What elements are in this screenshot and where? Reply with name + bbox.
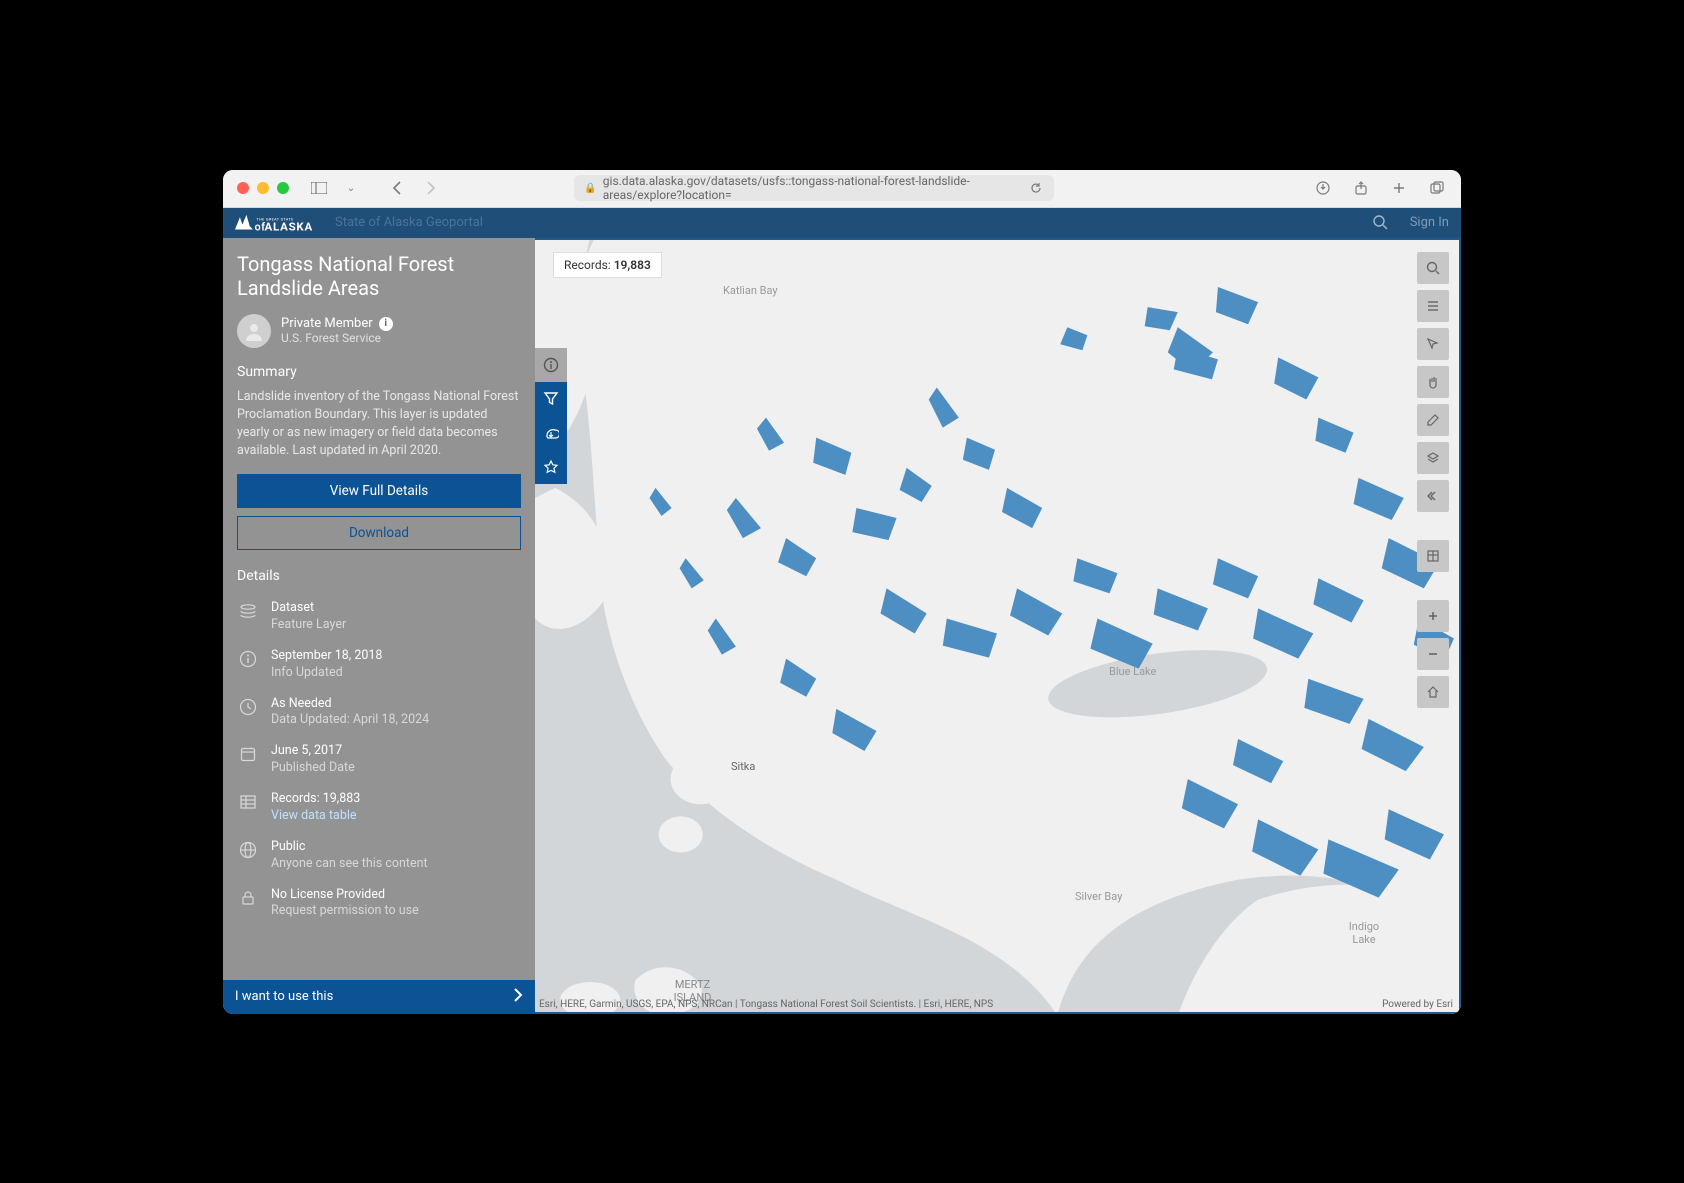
detail-sub: Data Updated: April 18, 2024 xyxy=(271,712,429,729)
alaska-logo[interactable]: THE GREAT STATE of ALASKA xyxy=(235,213,325,233)
info-tool[interactable] xyxy=(535,348,567,382)
avatar xyxy=(237,314,271,348)
detail-info-updated: September 18, 2018 Info Updated xyxy=(237,648,521,682)
detail-license: No License Provided Request permission t… xyxy=(237,887,521,921)
close-window-button[interactable] xyxy=(237,182,249,194)
portal-name[interactable]: State of Alaska Geoportal xyxy=(335,215,483,230)
map-search-button[interactable] xyxy=(1417,252,1449,284)
detail-data-updated: As Needed Data Updated: April 18, 2024 xyxy=(237,696,521,730)
new-tab-icon[interactable] xyxy=(1389,178,1409,198)
author-name[interactable]: Private Member xyxy=(281,316,373,331)
map-area[interactable]: Katlian Bay Sitka Blue Lake Silver Bay I… xyxy=(535,238,1461,1014)
content: Tongass National Forest Landslide Areas … xyxy=(223,238,1461,1014)
signin-link[interactable]: Sign In xyxy=(1410,215,1449,230)
detail-records: Records: 19,883 View data table xyxy=(237,791,521,825)
i-want-to-use-this-bar[interactable]: I want to use this xyxy=(223,980,535,1014)
layers-icon xyxy=(237,600,259,622)
zoom-in-button[interactable] xyxy=(1417,600,1449,632)
traffic-lights xyxy=(237,182,289,194)
table-button[interactable] xyxy=(1417,540,1449,572)
detail-sub: Feature Layer xyxy=(271,617,346,634)
chevron-right-icon xyxy=(513,988,523,1006)
collapse-button[interactable] xyxy=(1417,480,1449,512)
zoom-out-button[interactable] xyxy=(1417,638,1449,670)
summary-text: Landslide inventory of the Tongass Natio… xyxy=(237,388,521,461)
detail-sub: Anyone can see this content xyxy=(271,856,428,873)
lock-icon: 🔒 xyxy=(584,183,596,194)
url-bar[interactable]: 🔒 gis.data.alaska.gov/datasets/usfs::ton… xyxy=(574,175,1054,201)
download-button[interactable]: Download xyxy=(237,516,521,550)
map-attribution: Esri, HERE, Garmin, USGS, EPA, NPS, NRCa… xyxy=(539,999,993,1010)
records-label: Records: xyxy=(564,258,611,272)
favorite-tool[interactable] xyxy=(535,450,567,484)
filter-tool[interactable] xyxy=(535,382,567,416)
legend-button[interactable] xyxy=(1417,290,1449,322)
detail-dataset: Dataset Feature Layer xyxy=(237,600,521,634)
chevron-down-icon[interactable]: ⌄ xyxy=(341,178,361,198)
back-button[interactable] xyxy=(387,178,407,198)
svg-text:ALASKA: ALASKA xyxy=(264,219,313,233)
maximize-window-button[interactable] xyxy=(277,182,289,194)
details-heading: Details xyxy=(237,568,521,584)
home-extent-button[interactable] xyxy=(1417,676,1449,708)
records-badge: Records: 19,883 xyxy=(553,252,662,278)
author-row: Private Member i U.S. Forest Service xyxy=(237,314,521,348)
downloads-icon[interactable] xyxy=(1313,178,1333,198)
tool-rail xyxy=(535,348,567,484)
lock-icon xyxy=(237,887,259,909)
sidebar: Tongass National Forest Landslide Areas … xyxy=(223,238,535,1014)
detail-published: June 5, 2017 Published Date xyxy=(237,743,521,777)
map-powered-by[interactable]: Powered by Esri xyxy=(1382,999,1453,1010)
portal-header: THE GREAT STATE of ALASKA State of Alask… xyxy=(223,208,1461,238)
author-org: U.S. Forest Service xyxy=(281,331,393,345)
detail-label: Records: 19,883 xyxy=(271,791,360,808)
forward-button[interactable] xyxy=(421,178,441,198)
detail-label: September 18, 2018 xyxy=(271,648,382,665)
detail-sub: Info Updated xyxy=(271,665,382,682)
detail-label: June 5, 2017 xyxy=(271,743,355,760)
table-icon xyxy=(237,791,259,813)
detail-label: Dataset xyxy=(271,600,346,617)
detail-label: No License Provided xyxy=(271,887,419,904)
detail-label: As Needed xyxy=(271,696,429,713)
view-data-table-link[interactable]: View data table xyxy=(271,808,360,825)
calendar-icon xyxy=(237,743,259,765)
info-badge-icon[interactable]: i xyxy=(379,317,393,331)
url-text: gis.data.alaska.gov/datasets/usfs::tonga… xyxy=(603,174,1045,202)
share-icon[interactable] xyxy=(1351,178,1371,198)
dataset-title: Tongass National Forest Landslide Areas xyxy=(237,252,521,300)
records-count: 19,883 xyxy=(614,258,651,272)
detail-sub: Request permission to use xyxy=(271,903,419,920)
basemap-button[interactable] xyxy=(1417,442,1449,474)
select-button[interactable] xyxy=(1417,328,1449,360)
search-icon[interactable] xyxy=(1372,214,1390,232)
measure-button[interactable] xyxy=(1417,404,1449,436)
download-tool[interactable] xyxy=(535,416,567,450)
summary-heading: Summary xyxy=(237,364,521,380)
detail-sub: Published Date xyxy=(271,760,355,777)
detail-label: Public xyxy=(271,839,428,856)
reload-icon[interactable] xyxy=(1026,178,1046,198)
browser-window: ⌄ 🔒 gis.data.alaska.gov/datasets/usfs::t… xyxy=(223,170,1461,1014)
app: THE GREAT STATE of ALASKA State of Alask… xyxy=(223,208,1461,1014)
globe-icon xyxy=(237,839,259,861)
use-bar-label: I want to use this xyxy=(235,989,333,1004)
pan-button[interactable] xyxy=(1417,366,1449,398)
tabs-icon[interactable] xyxy=(1427,178,1447,198)
map-tool-rail xyxy=(1417,252,1449,708)
minimize-window-button[interactable] xyxy=(257,182,269,194)
view-full-details-button[interactable]: View Full Details xyxy=(237,474,521,508)
map-canvas xyxy=(535,240,1459,1012)
sidebar-toggle-icon[interactable] xyxy=(309,178,329,198)
info-icon xyxy=(237,648,259,670)
details-list: Dataset Feature Layer September 18, 2018… xyxy=(237,600,521,920)
titlebar: ⌄ 🔒 gis.data.alaska.gov/datasets/usfs::t… xyxy=(223,170,1461,208)
detail-visibility: Public Anyone can see this content xyxy=(237,839,521,873)
clock-icon xyxy=(237,696,259,718)
